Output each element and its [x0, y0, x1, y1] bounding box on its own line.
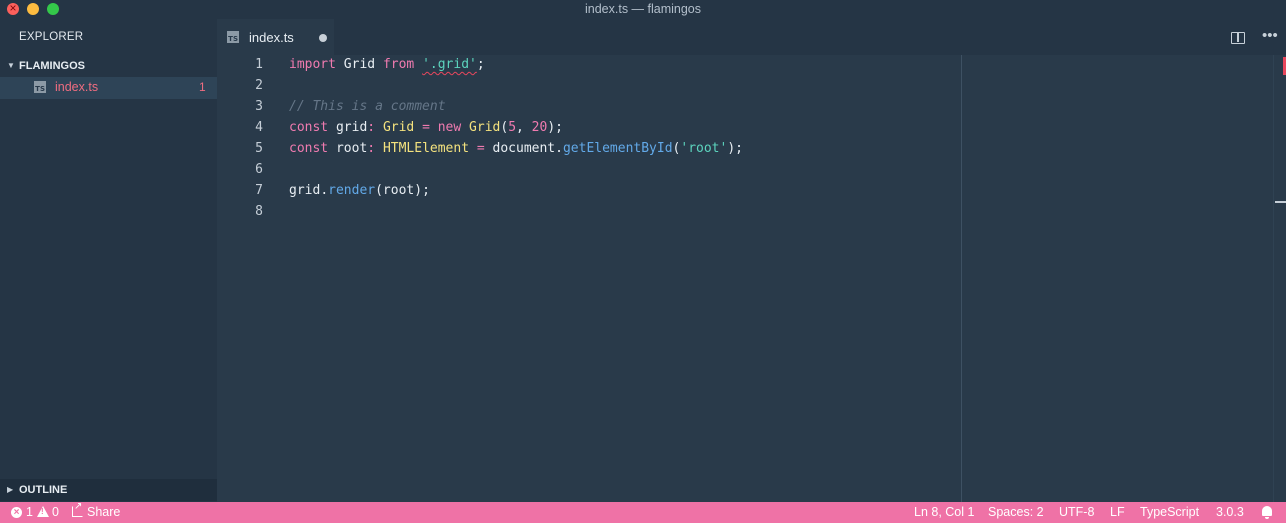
window-title: index.ts — flamingos [584, 2, 702, 16]
code-line: 3 // This is a comment [217, 97, 957, 118]
file-item-index-ts[interactable]: TS index.ts 1 [0, 77, 217, 99]
line-number: 5 [255, 141, 263, 156]
typescript-file-icon: TS [227, 31, 239, 43]
warning-icon[interactable] [37, 506, 49, 517]
line-number: 7 [255, 183, 263, 198]
tab-index-ts[interactable]: TS index.ts [217, 19, 334, 55]
code-line: 7 grid.render(root); [217, 181, 957, 202]
language-mode[interactable]: TypeScript [1140, 505, 1199, 519]
indentation-setting[interactable]: Spaces: 2 [988, 505, 1044, 519]
chevron-right-icon: ▶ [7, 485, 14, 494]
line-code: const root: HTMLElement = document.getEl… [289, 141, 743, 156]
sidebar: EXPLORER ▼ FLAMINGOS TS index.ts 1 ▶ OUT… [0, 19, 217, 502]
line-code: import Grid from '.grid'; [289, 57, 485, 72]
cursor-position[interactable]: Ln 8, Col 1 [914, 505, 974, 519]
vertical-scrollbar[interactable] [1273, 55, 1286, 502]
line-number: 3 [255, 99, 263, 114]
line-code: const grid: Grid = new Grid(5, 20); [289, 120, 563, 135]
typescript-file-icon: TS [34, 81, 46, 93]
line-number: 8 [255, 204, 263, 219]
code-editor[interactable]: 1 import Grid from '.grid'; 2 3 // This … [217, 55, 1286, 502]
explorer-title: EXPLORER [19, 31, 84, 43]
typescript-version[interactable]: 3.0.3 [1216, 505, 1244, 519]
code-line: 4 const grid: Grid = new Grid(5, 20); [217, 118, 957, 139]
file-name: index.ts [55, 80, 99, 94]
line-number: 6 [255, 162, 263, 177]
folder-section-header[interactable]: ▼ FLAMINGOS [0, 55, 217, 77]
problems-badge: 1 [199, 80, 206, 94]
folder-name: FLAMINGOS [19, 60, 85, 72]
warning-count[interactable]: 0 [52, 505, 59, 519]
error-squiggle[interactable]: '.grid' [422, 57, 477, 72]
scrollbar-cursor-marker [1275, 201, 1286, 203]
code-line: 6 [217, 160, 957, 181]
error-count[interactable]: 1 [26, 505, 33, 519]
editor-window: index.ts — flamingos EXPLORER ▼ FLAMINGO… [0, 0, 1286, 523]
unsaved-dot-icon[interactable] [319, 34, 327, 42]
error-icon[interactable]: × [11, 507, 22, 518]
code-line: 8 [217, 202, 957, 223]
outline-label: OUTLINE [19, 484, 68, 496]
code-line: 1 import Grid from '.grid'; [217, 55, 957, 76]
column-ruler [961, 55, 962, 502]
line-number: 2 [255, 78, 263, 93]
outline-section-header[interactable]: ▶ OUTLINE [0, 479, 217, 501]
status-bar: × 1 0 Share Ln 8, Col 1 Spaces: 2 UTF-8 … [0, 501, 1286, 523]
line-code: // This is a comment [289, 99, 446, 114]
tab-label: index.ts [249, 30, 294, 45]
eol-setting[interactable]: LF [1110, 505, 1125, 519]
share-icon[interactable] [72, 501, 83, 517]
line-number: 1 [255, 57, 263, 72]
title-bar: index.ts — flamingos [0, 0, 1286, 19]
line-code: grid.render(root); [289, 183, 430, 198]
notifications-bell-icon[interactable] [1262, 506, 1272, 519]
share-button[interactable]: Share [87, 505, 120, 519]
line-number: 4 [255, 120, 263, 135]
more-actions-icon[interactable]: ••• [1262, 27, 1278, 44]
code-line: 2 [217, 76, 957, 97]
code-line: 5 const root: HTMLElement = document.get… [217, 139, 957, 160]
encoding-setting[interactable]: UTF-8 [1059, 505, 1094, 519]
chevron-down-icon: ▼ [7, 61, 15, 70]
tabs-bar: TS index.ts ••• [217, 19, 1286, 55]
split-editor-icon[interactable] [1231, 32, 1245, 44]
